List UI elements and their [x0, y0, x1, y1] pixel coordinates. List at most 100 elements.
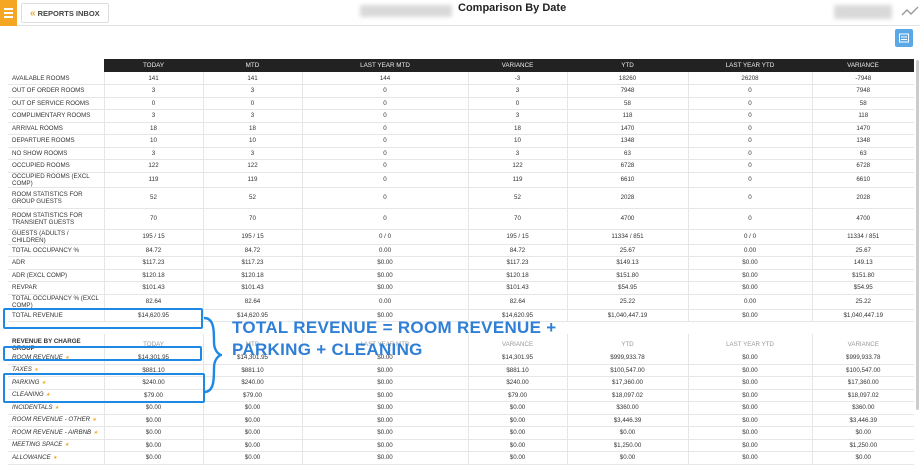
- table-cell: 3: [467, 147, 567, 160]
- table-cell: 0.00: [301, 244, 468, 257]
- row-label-text: DEPARTURE ROOMS: [12, 137, 75, 145]
- table-cell: $1,250.00: [811, 439, 914, 452]
- table-cell: 3: [202, 147, 302, 160]
- table-cell: 0.00: [687, 294, 812, 310]
- table-cell: $0.00: [301, 426, 468, 440]
- table-cell: 3: [202, 84, 302, 98]
- table-row: OUT OF SERVICE ROOMS 0 0 0 0 58 0 58: [8, 97, 914, 110]
- row-label: ROOM STATISTICS FOR GROUP GUESTS: [8, 187, 104, 209]
- export-button[interactable]: [895, 29, 913, 47]
- comparison-table: TODAY MTD LAST YEAR MTD VARIANCE YTD LAST YEA…: [8, 59, 914, 465]
- table-cell: $0.00: [103, 401, 203, 415]
- row-label: ROOM STATISTICS FOR TRANSIENT GUESTS: [8, 208, 104, 230]
- table-cell: $0.00: [301, 376, 468, 390]
- row-label: GUESTS (ADULTS / CHILDREN): [8, 229, 104, 245]
- table-cell: $54.95: [811, 281, 914, 295]
- table-cell: 0: [687, 134, 812, 148]
- activity-chart-icon[interactable]: [900, 4, 920, 20]
- table-cell: $79.00: [467, 389, 567, 402]
- table-cell: 0: [301, 159, 468, 173]
- table-cell: 1348: [566, 134, 688, 148]
- table-cell: $0.00: [301, 439, 468, 452]
- table-row: ROOM STATISTICS FOR GROUP GUESTS 52 52 0 52 2…: [8, 187, 914, 209]
- table-cell: 7948: [811, 84, 914, 98]
- row-label-text: OUT OF SERVICE ROOMS: [12, 99, 90, 107]
- row-label: TOTAL OCCUPANCY % (EXCL COMP): [8, 294, 104, 310]
- table-cell: $3,446.39: [566, 414, 688, 427]
- row-label-text: TOTAL OCCUPANCY %: [12, 246, 80, 254]
- row-label: INCIDENTALS ★: [8, 401, 104, 415]
- table-cell: $0.00: [687, 439, 812, 452]
- table-cell: 84.72: [467, 244, 567, 257]
- table-cell: $881.10: [467, 364, 567, 377]
- column-header: VARIANCE: [468, 59, 567, 72]
- row-label: ADR: [8, 256, 104, 270]
- table-cell: $0.00: [811, 426, 914, 440]
- table-cell: $1,040,447.19: [811, 309, 914, 322]
- vertical-scrollbar[interactable]: [916, 60, 919, 410]
- star-icon: ★: [93, 429, 98, 436]
- table-cell: 11334 / 851: [566, 229, 688, 245]
- row-label: OUT OF ORDER ROOMS: [8, 84, 104, 98]
- table-cell: 0: [467, 97, 567, 110]
- row-label-text: OUT OF ORDER ROOMS: [12, 87, 85, 95]
- row-label: ARRIVAL ROOMS: [8, 122, 104, 135]
- export-icon: [899, 33, 909, 43]
- row-label-text: OCCUPIED ROOMS (EXCL COMP): [12, 172, 90, 187]
- table-cell: $0.00: [103, 439, 203, 452]
- table-cell: $0.00: [811, 451, 914, 465]
- table-cell: 58: [811, 97, 914, 110]
- table-cell: 0 / 0: [301, 229, 468, 245]
- table-cell: 4700: [566, 208, 688, 230]
- table-cell: $360.00: [566, 401, 688, 415]
- table-cell: 0: [301, 97, 468, 110]
- table-cell: 18: [202, 122, 302, 135]
- table-cell: $0.00: [467, 439, 567, 452]
- table-cell: 119: [103, 172, 203, 188]
- table-cell: 1348: [811, 134, 914, 148]
- table-cell: $151.80: [811, 269, 914, 282]
- row-label-text: TOTAL OCCUPANCY % (EXCL COMP): [12, 294, 99, 309]
- table-cell: 195 / 15: [103, 229, 203, 245]
- table-cell: 25.67: [566, 244, 688, 257]
- column-header: LAST YEAR YTD: [688, 59, 812, 72]
- table-cell: 11334 / 851: [811, 229, 914, 245]
- row-label: COMPLIMENTARY ROOMS: [8, 109, 104, 123]
- table-cell: $0.00: [687, 414, 812, 427]
- table-cell: $17,360.00: [566, 376, 688, 390]
- table-cell: 70: [103, 208, 203, 230]
- table-cell: $0.00: [687, 376, 812, 390]
- row-label: ADR (EXCL COMP): [8, 269, 104, 282]
- table-cell: 6728: [811, 159, 914, 173]
- table-cell: 0 / 0: [687, 229, 812, 245]
- table-cell: $0.00: [566, 451, 688, 465]
- row-label-text: ARRIVAL ROOMS: [12, 124, 63, 132]
- table-cell: $0.00: [566, 426, 688, 440]
- table-cell: $101.43: [202, 281, 302, 295]
- row-label: AVAILABLE ROOMS: [8, 72, 104, 85]
- table-cell: 0: [687, 122, 812, 135]
- table-cell: 119: [467, 172, 567, 188]
- table-cell: $0.00: [301, 401, 468, 415]
- table-cell: 0: [687, 187, 812, 209]
- reports-inbox-button[interactable]: « REPORTS INBOX: [21, 3, 109, 23]
- table-cell: $117.23: [202, 256, 302, 270]
- highlight-total-revenue: [3, 308, 203, 329]
- table-cell: 0: [687, 84, 812, 98]
- highlight-room-revenue: [3, 346, 202, 361]
- row-label: ROOM REVENUE - OTHER ★: [8, 414, 104, 427]
- table-cell: 119: [202, 172, 302, 188]
- table-row: REVPAR $101.43 $101.43 $0.00 $101.43 $54.95 $0…: [8, 281, 914, 295]
- table-cell: 0: [687, 147, 812, 160]
- table-cell: 82.64: [103, 294, 203, 310]
- table-cell: $0.00: [687, 426, 812, 440]
- table-cell: $0.00: [301, 364, 468, 377]
- table-cell: 0: [103, 97, 203, 110]
- row-label-text: REVPAR: [12, 284, 37, 292]
- table-cell: $0.00: [301, 281, 468, 295]
- annotation-line-2: PARKING + CLEANING: [232, 340, 423, 359]
- table-cell: 118: [566, 109, 688, 123]
- hamburger-menu-icon[interactable]: [0, 0, 17, 26]
- table-row: ROOM REVENUE - AIRBNB ★ $0.00 $0.00 $0.00 $0.…: [8, 426, 914, 440]
- table-cell: $3,446.39: [811, 414, 914, 427]
